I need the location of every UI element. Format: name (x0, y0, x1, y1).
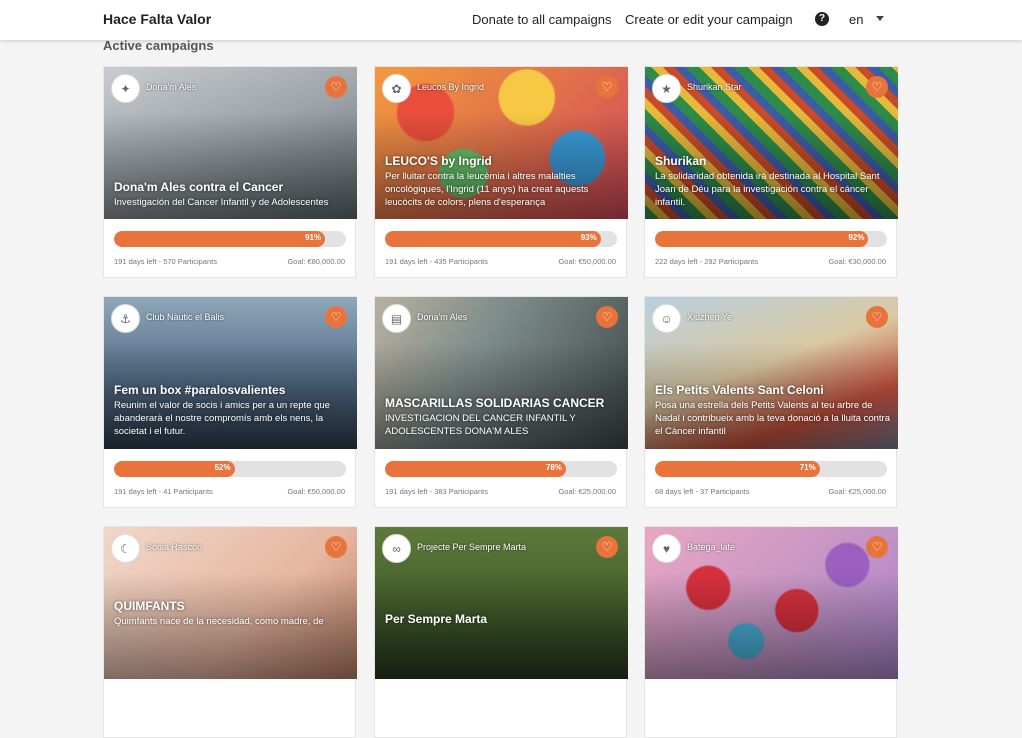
help-icon[interactable]: ? (815, 12, 829, 26)
campaign-card[interactable]: ★ Shurikan Star ♡ Shurikan La solidarida… (644, 66, 898, 278)
progress-percent: 52% (214, 463, 231, 472)
organizer-avatar: ✦ (111, 74, 140, 103)
campaign-goal: Goal: €80,000.00 (287, 257, 345, 266)
campaign-title: LEUCO'S by Ingrid (385, 154, 492, 168)
progress-fill: 71% (655, 461, 820, 477)
organizer-avatar: ⚓ (111, 304, 140, 333)
progress-percent: 92% (848, 233, 865, 242)
days-participants: 191 days left - 570 Participants (114, 257, 217, 266)
organizer-name: Club Nàutic el Balis (146, 312, 225, 322)
campaign-goal: Goal: €25,000.00 (828, 487, 886, 496)
progress-fill: 92% (655, 231, 869, 247)
organizer-avatar: ☺ (652, 304, 681, 333)
campaign-goal: Goal: €50,000.00 (558, 257, 616, 266)
progress-bar: 91% (114, 231, 346, 247)
progress-bar: 52% (114, 461, 346, 477)
campaign-description: Per lluitar contra la leucèmia i altres … (385, 171, 589, 208)
campaign-card[interactable]: ✦ Dona'm Ales ♡ Dona'm Ales contra el Ca… (103, 66, 357, 278)
progress-bar: 92% (655, 231, 887, 247)
campaign-description: Reunim el valor de socis i amics per a u… (114, 400, 330, 437)
days-participants: 191 days left - 41 Participants (114, 487, 213, 496)
language-selector[interactable]: en (849, 12, 863, 27)
create-edit-campaign-link[interactable]: Create or edit your campaign (625, 12, 793, 27)
campaign-card[interactable]: ⚓ Club Nàutic el Balis ♡ Fem un box #par… (103, 296, 357, 508)
campaign-card[interactable]: ☾ Sonia Rascón ♡ QUIMFANTS Quimfants nac… (103, 526, 357, 738)
days-participants: 68 days left - 37 Participants (655, 487, 750, 496)
top-navigation-bar: Hace Falta Valor Donate to all campaigns… (0, 0, 1022, 40)
campaign-card[interactable]: ∞ Projecte Per Sempre Marta ♡ Per Sempre… (374, 526, 628, 738)
heart-icon[interactable]: ♡ (596, 536, 618, 558)
campaign-card[interactable]: ✿ Leucos By Ingrid ♡ LEUCO'S by Ingrid P… (374, 66, 628, 278)
organizer-avatar: ✿ (382, 74, 411, 103)
organizer-avatar: ∞ (382, 534, 411, 563)
organizer-avatar: ▤ (382, 304, 411, 333)
campaign-description: INVESTIGACION DEL CANCER INFANTIL Y ADOL… (385, 413, 576, 437)
organizer-name: Leucos By Ingrid (417, 82, 485, 92)
campaign-title: Els Petits Valents Sant Celoni (655, 383, 824, 397)
organizer-avatar: ♥ (652, 534, 681, 563)
donate-all-campaigns-link[interactable]: Donate to all campaigns (472, 12, 611, 27)
campaign-card[interactable]: ☺ Xiuzhen Ye ♡ Els Petits Valents Sant C… (644, 296, 898, 508)
days-participants: 191 days left - 383 Participants (385, 487, 488, 496)
organizer-name: Xiuzhen Ye (687, 312, 733, 322)
progress-percent: 91% (305, 233, 322, 242)
campaign-goal: Goal: €25,000.00 (558, 487, 616, 496)
heart-icon[interactable]: ♡ (325, 536, 347, 558)
progress-fill: 52% (114, 461, 235, 477)
organizer-name: Dona'm Ales (146, 82, 197, 92)
heart-icon[interactable]: ♡ (866, 536, 888, 558)
campaign-goal: Goal: €50,000.00 (287, 487, 345, 496)
progress-percent: 93% (580, 233, 597, 242)
progress-fill: 93% (385, 231, 601, 247)
days-participants: 191 days left - 435 Participants (385, 257, 488, 266)
campaign-description: Posa una estrella dels Petits Valents al… (655, 400, 890, 437)
organizer-name: Sonia Rascón (146, 542, 203, 552)
heart-icon[interactable]: ♡ (325, 306, 347, 328)
progress-fill: 78% (385, 461, 566, 477)
campaign-title: Fem un box #paralosvalientes (114, 383, 286, 397)
campaign-title: MASCARILLAS SOLIDARIAS CANCER (385, 396, 605, 410)
brand-logo[interactable]: Hace Falta Valor (103, 11, 211, 27)
heart-icon[interactable]: ♡ (325, 76, 347, 98)
section-title: Active campaigns (103, 38, 214, 53)
organizer-avatar: ★ (652, 74, 681, 103)
organizer-name: Batega_late (687, 542, 736, 552)
campaign-title: Shurikan (655, 154, 707, 168)
organizer-name: Shurikan Star (687, 82, 742, 92)
campaign-title: QUIMFANTS (114, 599, 185, 613)
organizer-name: Dona'm Ales (417, 312, 468, 322)
organizer-avatar: ☾ (111, 534, 140, 563)
progress-fill: 91% (114, 231, 326, 247)
progress-bar: 71% (655, 461, 887, 477)
days-participants: 222 days left - 292 Participants (655, 257, 758, 266)
campaign-description: Investigación del Cancer Infantil y de A… (114, 197, 329, 208)
organizer-name: Projecte Per Sempre Marta (417, 542, 527, 552)
campaign-description: La solidaridad obtenida irá destinada al… (655, 171, 880, 208)
progress-bar: 78% (385, 461, 617, 477)
campaign-goal: Goal: €30,000.00 (828, 257, 886, 266)
campaign-card[interactable]: ♥ Batega_late ♡ (644, 526, 898, 738)
campaign-title: Dona'm Ales contra el Cancer (114, 180, 284, 194)
heart-icon[interactable]: ♡ (866, 76, 888, 98)
progress-percent: 71% (799, 463, 816, 472)
campaign-image (645, 527, 898, 679)
heart-icon[interactable]: ♡ (866, 306, 888, 328)
progress-bar: 93% (385, 231, 617, 247)
progress-percent: 78% (545, 463, 562, 472)
heart-icon[interactable]: ♡ (596, 306, 618, 328)
campaign-description: Quimfants nace de la necesidad, como mad… (114, 616, 324, 627)
heart-icon[interactable]: ♡ (596, 76, 618, 98)
chevron-down-icon[interactable] (876, 16, 884, 21)
campaign-card[interactable]: ▤ Dona'm Ales ♡ MASCARILLAS SOLIDARIAS C… (374, 296, 628, 508)
